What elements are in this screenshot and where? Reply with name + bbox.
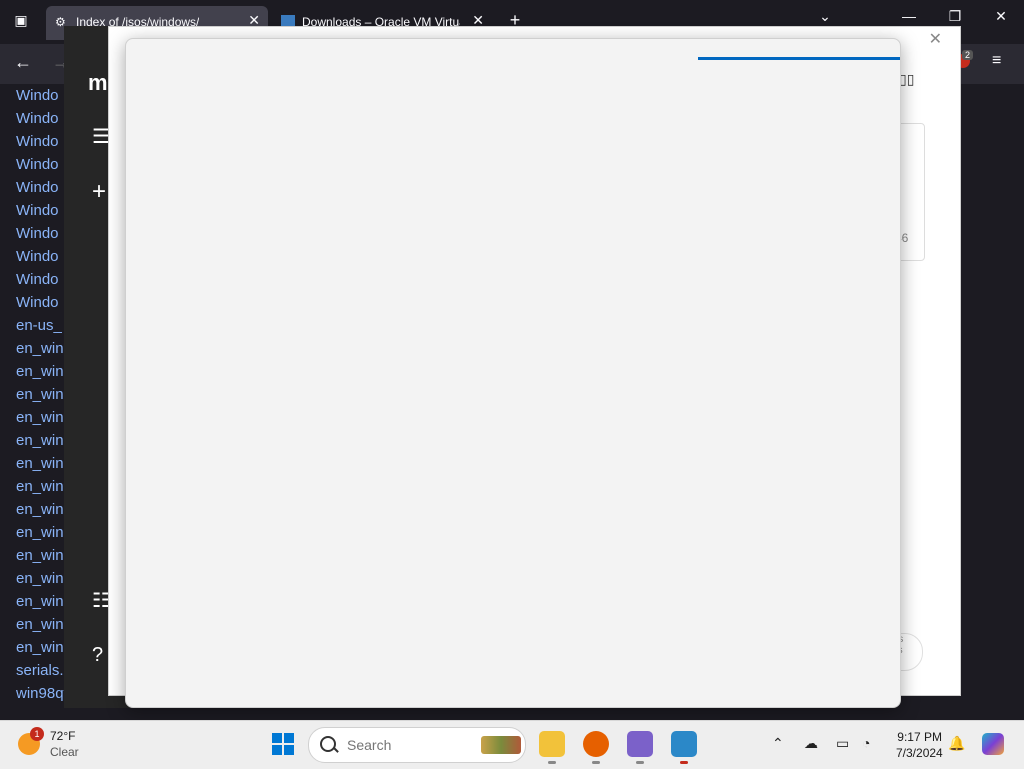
onedrive-cloud-icon[interactable]: ☁ bbox=[804, 735, 818, 752]
running-indicator bbox=[636, 761, 644, 764]
windows-taskbar: 1 72°F Clear ⌃ ☁ ▭ ◔ 9:17 PM 7/3/2024 🔔 bbox=[0, 720, 1024, 769]
weather-widget[interactable]: 1 72°F Clear bbox=[18, 727, 88, 763]
network-icon[interactable]: ▭ bbox=[836, 735, 849, 752]
loading-dialog bbox=[125, 38, 901, 708]
help-icon[interactable]: ? bbox=[92, 644, 103, 667]
taskbar-search[interactable] bbox=[308, 727, 526, 763]
volume-icon[interactable]: ◔ bbox=[862, 735, 870, 751]
restore-icon[interactable]: ❐ bbox=[940, 8, 970, 25]
search-highlight-image bbox=[481, 736, 521, 754]
close-icon[interactable]: ✕ bbox=[929, 29, 942, 49]
notes-app-icon[interactable] bbox=[627, 731, 653, 764]
add-icon[interactable]: + bbox=[92, 178, 106, 206]
notification-bell-icon[interactable]: 🔔 bbox=[948, 735, 965, 752]
tab-overflow-chevron-icon[interactable]: ⌄ bbox=[810, 8, 840, 25]
start-button[interactable] bbox=[272, 733, 294, 755]
menu-icon[interactable]: ≡ bbox=[992, 52, 1001, 70]
windows-logo-tile bbox=[284, 733, 294, 743]
running-indicator bbox=[592, 761, 600, 764]
extension-badge: 2 bbox=[962, 50, 974, 60]
minimize-icon[interactable]: — bbox=[894, 8, 924, 24]
loading-progress-bar bbox=[698, 57, 900, 60]
clock-time: 9:17 PM bbox=[897, 730, 942, 744]
back-arrow-icon[interactable]: ← bbox=[14, 52, 32, 73]
taskbar-clock[interactable]: 9:17 PM 7/3/2024 bbox=[896, 729, 943, 761]
file-explorer-icon[interactable] bbox=[539, 731, 565, 764]
weather-temperature: 72°F bbox=[50, 729, 76, 743]
copilot-icon[interactable] bbox=[982, 733, 1004, 755]
search-input[interactable] bbox=[345, 735, 469, 755]
close-window-icon[interactable]: ✕ bbox=[986, 8, 1016, 25]
search-icon bbox=[320, 736, 336, 752]
clock-date: 7/3/2024 bbox=[896, 746, 943, 760]
remote-desktop-icon[interactable] bbox=[671, 731, 697, 764]
windows-logo-tile bbox=[272, 733, 282, 743]
weather-badge: 1 bbox=[30, 727, 44, 741]
windows-logo-tile bbox=[272, 745, 282, 755]
app-logo-icon: m bbox=[88, 70, 108, 95]
tab-list-icon[interactable]: ▣ bbox=[6, 12, 36, 29]
firefox-icon[interactable] bbox=[583, 731, 609, 764]
windows-logo-tile bbox=[284, 745, 294, 755]
columns-icon[interactable]: ▯▯ bbox=[899, 71, 914, 88]
show-hidden-icons-chevron-icon[interactable]: ⌃ bbox=[772, 735, 784, 752]
weather-condition: Clear bbox=[50, 745, 79, 759]
running-indicator bbox=[680, 761, 688, 764]
running-indicator bbox=[548, 761, 556, 764]
